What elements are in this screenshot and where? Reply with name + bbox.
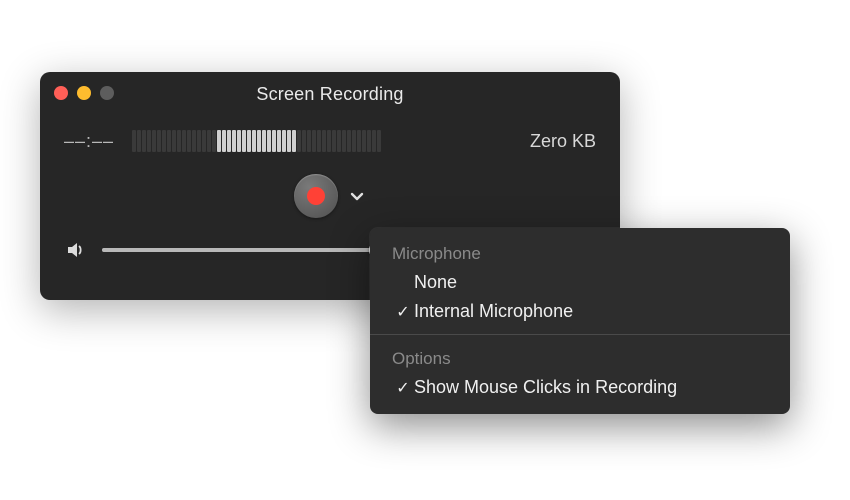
meter-bar (167, 130, 171, 152)
timecode: ––:–– (64, 131, 114, 152)
close-button[interactable] (54, 86, 68, 100)
meter-bar (372, 130, 376, 152)
meter-bar (237, 130, 241, 152)
meter-bar (342, 130, 346, 152)
meter-bar (192, 130, 196, 152)
record-icon (307, 187, 325, 205)
meter-bar (242, 130, 246, 152)
meter-bar (377, 130, 381, 152)
meter-bar (332, 130, 336, 152)
meter-bar (142, 130, 146, 152)
meter-bar (337, 130, 341, 152)
record-button[interactable] (294, 174, 338, 218)
meter-bar (317, 130, 321, 152)
menu-item-mic-none[interactable]: None (370, 268, 790, 297)
window-title: Screen Recording (40, 84, 620, 105)
meter-bar (307, 130, 311, 152)
check-icon: ✓ (392, 378, 414, 398)
meter-bar (292, 130, 296, 152)
meter-bar (312, 130, 316, 152)
meter-bar (357, 130, 361, 152)
meter-bar (252, 130, 256, 152)
meter-bar (212, 130, 216, 152)
meter-bar (282, 130, 286, 152)
meter-bar (147, 130, 151, 152)
meter-bar (177, 130, 181, 152)
meter-bar (262, 130, 266, 152)
menu-divider (370, 334, 790, 335)
meter-bar (272, 130, 276, 152)
menu-item-show-clicks[interactable]: ✓ Show Mouse Clicks in Recording (370, 373, 790, 402)
audio-level-meter (132, 128, 512, 154)
meter-bar (322, 130, 326, 152)
meter-bar (217, 130, 221, 152)
options-dropdown-menu: Microphone None ✓ Internal Microphone Op… (370, 228, 790, 414)
meter-bar (287, 130, 291, 152)
menu-item-label: Internal Microphone (414, 301, 573, 322)
info-row: ––:–– Zero KB (40, 116, 620, 154)
meter-bar (277, 130, 281, 152)
meter-bar (182, 130, 186, 152)
meter-bar (227, 130, 231, 152)
record-row (40, 174, 620, 218)
titlebar: Screen Recording (40, 72, 620, 116)
meter-bar (347, 130, 351, 152)
minimize-button[interactable] (77, 86, 91, 100)
traffic-lights (54, 86, 114, 100)
zoom-button[interactable] (100, 86, 114, 100)
menu-item-label: Show Mouse Clicks in Recording (414, 377, 677, 398)
options-dropdown-toggle[interactable] (348, 187, 366, 205)
meter-bar (267, 130, 271, 152)
meter-bar (362, 130, 366, 152)
chevron-down-icon (349, 188, 365, 204)
meter-bar (247, 130, 251, 152)
meter-bar (297, 130, 301, 152)
menu-section-microphone: Microphone (370, 238, 790, 268)
menu-section-options: Options (370, 343, 790, 373)
meter-bar (197, 130, 201, 152)
meter-bar (202, 130, 206, 152)
meter-bar (232, 130, 236, 152)
menu-item-label: None (414, 272, 457, 293)
meter-bar (172, 130, 176, 152)
meter-bar (207, 130, 211, 152)
meter-bar (302, 130, 306, 152)
filesize: Zero KB (530, 131, 596, 152)
meter-bar (132, 130, 136, 152)
meter-bar (162, 130, 166, 152)
meter-bar (222, 130, 226, 152)
check-icon: ✓ (392, 302, 414, 322)
meter-bar (152, 130, 156, 152)
meter-bar (367, 130, 371, 152)
menu-item-mic-internal[interactable]: ✓ Internal Microphone (370, 297, 790, 326)
meter-bar (157, 130, 161, 152)
meter-bar (257, 130, 261, 152)
meter-bar (327, 130, 331, 152)
meter-bar (352, 130, 356, 152)
meter-bar (187, 130, 191, 152)
slider-fill (102, 248, 378, 252)
speaker-icon (66, 240, 86, 260)
meter-bar (137, 130, 141, 152)
